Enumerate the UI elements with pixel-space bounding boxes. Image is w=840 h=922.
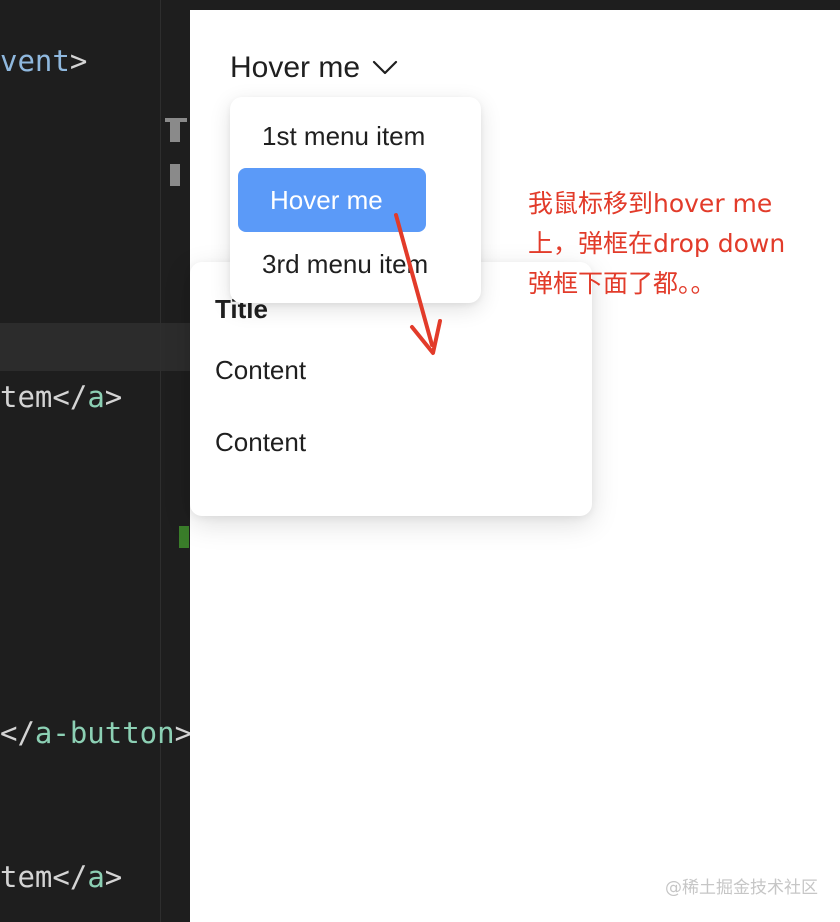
dropdown-trigger[interactable]: Hover me — [230, 48, 398, 88]
annotation-note: 我鼠标移到hover me 上，弹框在drop down 弹框下面了都。。 — [528, 184, 828, 304]
text-cursor-mark — [170, 118, 180, 142]
annotation-line: 弹框下面了都。。 — [528, 269, 716, 298]
window-frame-top — [190, 0, 840, 10]
editor-divider — [160, 0, 161, 922]
git-change-mark — [179, 526, 189, 548]
code-token: tem — [0, 860, 53, 894]
code-token: </ — [0, 716, 35, 750]
popover-content: Content — [215, 355, 307, 385]
code-token: > — [104, 380, 123, 414]
annotation-arrow-icon — [394, 213, 442, 355]
scroll-mark — [170, 164, 180, 186]
code-token: a — [87, 380, 105, 414]
code-token: </ — [52, 860, 88, 894]
dropdown-trigger-label: Hover me — [230, 51, 361, 84]
code-token: > — [69, 44, 88, 78]
code-line: tem</a> — [0, 857, 122, 897]
code-token: > — [104, 860, 123, 894]
code-token: vent — [0, 44, 70, 78]
code-line: tem</a> — [0, 377, 122, 417]
chevron-down-icon — [372, 60, 398, 75]
code-token: </ — [52, 380, 88, 414]
current-line-highlight — [0, 323, 190, 371]
code-token: a-button — [34, 716, 175, 750]
annotation-line: 上，弹框在drop down — [528, 229, 786, 258]
popover-content: Content — [215, 427, 307, 457]
code-token: tem — [0, 380, 53, 414]
code-line: </a-button> — [0, 713, 190, 753]
code-token: a — [87, 860, 105, 894]
code-editor: vent> tem</a> </a-button> tem</a> — [0, 0, 190, 922]
watermark: @稀土掘金技术社区 — [665, 878, 818, 898]
code-token: > — [174, 716, 190, 750]
code-line: vent> — [0, 41, 87, 81]
annotation-line: 我鼠标移到hover me — [528, 189, 773, 218]
menu-item-1st[interactable]: 1st menu item — [238, 104, 450, 168]
